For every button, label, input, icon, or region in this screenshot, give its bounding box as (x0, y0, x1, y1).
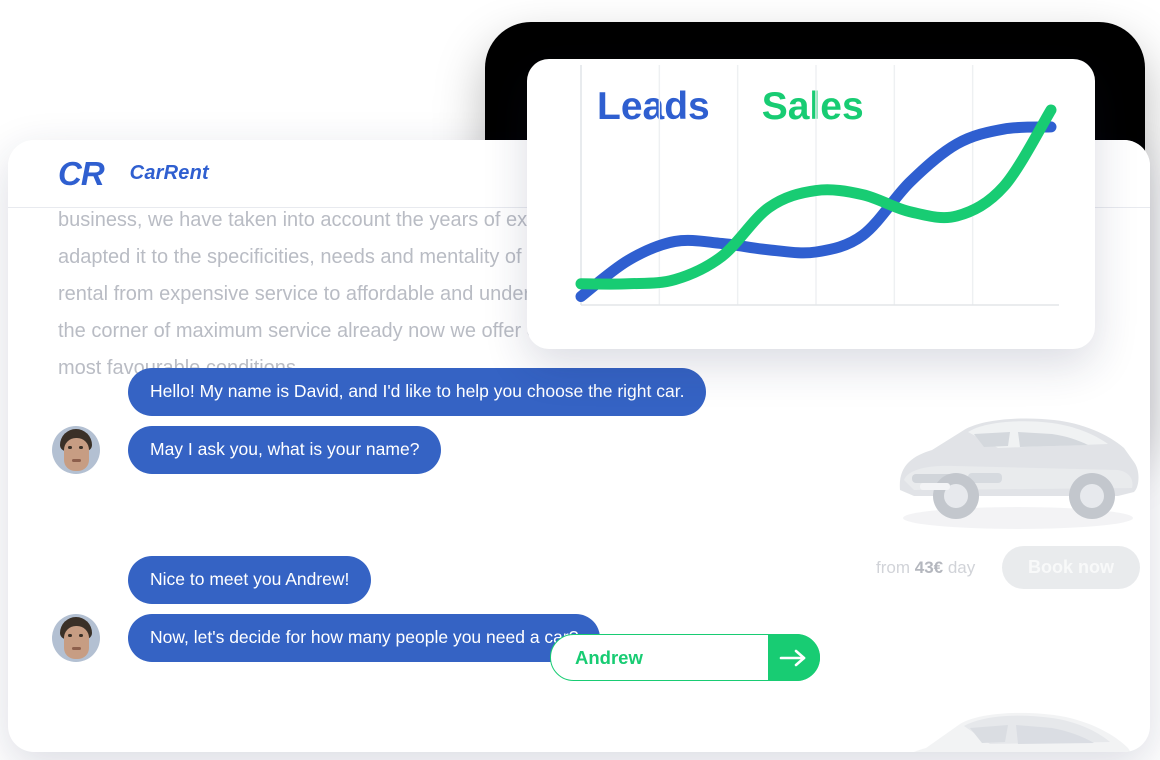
chat-bubble-agent: Nice to meet you Andrew! (128, 555, 372, 604)
price-suffix: day (947, 557, 976, 577)
chat-bubble-agent: May I ask you, what is your name? (128, 426, 442, 474)
avatar (52, 613, 100, 662)
avatar-eye-left (68, 633, 72, 637)
chat-bubble-agent: Now, let's decide for how many people yo… (128, 613, 601, 662)
logo-mark-icon: CR (58, 154, 105, 192)
avatar-face (64, 625, 89, 659)
chat-bubble-agent: Hello! My name is David, and I'd like to… (128, 368, 707, 416)
car-card-white-sedan[interactable]: from 28€ day Book now (868, 670, 1148, 752)
avatar-face (64, 437, 89, 471)
chat-message-row: Hello! My name is David, and I'd like to… (52, 368, 852, 416)
book-now-button-silver-sedan[interactable]: Book now (1002, 546, 1140, 589)
price-value: 43€ (914, 557, 944, 577)
car-price-silver-sedan: from 43€ day (876, 558, 975, 578)
avatar-eye-right (79, 633, 83, 637)
chat-message-row: Nice to meet you Andrew! (52, 555, 852, 604)
car-meta-row: from 43€ day Book now (868, 546, 1148, 589)
car-card-silver-sedan[interactable]: from 43€ day Book now (868, 370, 1148, 589)
chat-message-row: May I ask you, what is your name? (52, 425, 852, 474)
avatar-eye-left (68, 445, 72, 449)
chat-thread: Hello! My name is David, and I'd like to… (52, 368, 852, 672)
price-prefix: from (876, 557, 910, 577)
car-image-white-sedan (868, 670, 1148, 752)
name-input-value[interactable]: Andrew (575, 647, 643, 669)
page-root: CR CarRent business, we have taken into … (0, 0, 1160, 760)
arrow-right-icon (779, 649, 806, 666)
input-gap (52, 484, 852, 556)
analytics-chart-card: Leads Sales (527, 59, 1095, 349)
car-image-silver-sedan (868, 370, 1148, 540)
chart-plot-area (575, 65, 1059, 306)
chat-input-row: Andrew (550, 634, 820, 681)
send-button[interactable] (768, 634, 820, 681)
avatar-mouth (72, 458, 81, 462)
avatar-mouth (72, 646, 81, 650)
brand-name: CarRent (129, 162, 209, 184)
avatar-eye-right (79, 445, 83, 449)
avatar (52, 425, 100, 474)
